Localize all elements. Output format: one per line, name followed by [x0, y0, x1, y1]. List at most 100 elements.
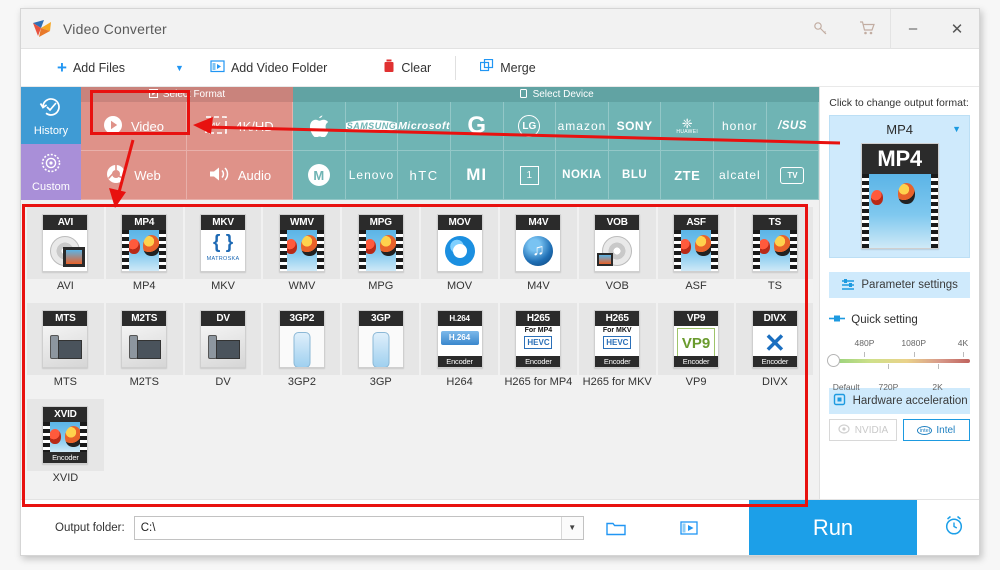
device-tile-zte[interactable]: ZTE: [661, 151, 715, 200]
window-title: Video Converter: [63, 20, 167, 37]
format-item[interactable]: H265 For MKV HEVC Encoder H265 for MKV: [578, 303, 656, 397]
select-device-header: Select Device: [293, 87, 820, 102]
format-item[interactable]: MOV MOV: [421, 207, 498, 301]
device-tile-tv[interactable]: TV: [766, 151, 820, 200]
device-tile-blu[interactable]: BLU: [608, 151, 662, 200]
key-icon[interactable]: [798, 9, 844, 49]
minimize-button[interactable]: –: [891, 9, 935, 49]
format-item[interactable]: MP4 MP4: [105, 207, 183, 301]
format-tile-4k-hd[interactable]: 4K 4K/HD: [187, 102, 293, 151]
add-video-folder-button[interactable]: Add Video Folder: [204, 49, 333, 86]
output-format-thumb: MP4: [860, 143, 939, 249]
format-tile-web[interactable]: Web: [81, 151, 187, 200]
device-tile-lg[interactable]: LG: [503, 102, 557, 151]
device-tile-htc[interactable]: hTC: [398, 151, 451, 200]
slider-handle[interactable]: [827, 354, 841, 367]
format-item[interactable]: XVID Encoder XVID: [27, 399, 104, 493]
device-tile-alcatel[interactable]: alcatel: [714, 151, 767, 200]
format-item[interactable]: MKV{ } MATROSKA MKV: [184, 207, 262, 301]
device-tile-samsung[interactable]: SAMSUNG: [345, 102, 399, 151]
format-item[interactable]: H265 For MP4 HEVC Encoder H265 for MP4: [499, 303, 577, 397]
format-item[interactable]: MTS MTS: [27, 303, 104, 397]
chevron-down-icon[interactable]: ▼: [952, 124, 961, 134]
clear-button[interactable]: Clear: [377, 49, 437, 86]
format-icon: [148, 88, 158, 101]
format-tile-audio[interactable]: Audio: [187, 151, 293, 200]
format-tile-video[interactable]: Video: [81, 102, 187, 151]
device-tile-asus[interactable]: /SUS: [766, 102, 820, 151]
cart-icon[interactable]: [844, 9, 890, 49]
format-badge: AVI: [43, 215, 88, 230]
format-item[interactable]: MPG MPG: [342, 207, 420, 301]
format-tile-label: 4K/HD: [235, 118, 274, 134]
output-format-box[interactable]: MP4 ▼ MP4: [829, 115, 970, 258]
select-device-panel: Select Device SAMSUNG Microsoft G LG ama…: [293, 87, 820, 200]
format-thumbnail: M2TS: [105, 303, 183, 375]
device-tile-apple[interactable]: [293, 102, 346, 151]
format-badge: MOV: [437, 215, 482, 230]
parameter-settings-button[interactable]: Parameter settings: [829, 272, 970, 298]
slider-label-4k: 4K: [957, 338, 969, 348]
output-folder-dropdown[interactable]: ▼: [560, 516, 583, 539]
title-bar: Video Converter – ✕: [21, 8, 979, 49]
device-tile-nokia[interactable]: NOKIA: [556, 151, 609, 200]
add-files-dropdown[interactable]: ▼: [175, 63, 184, 73]
format-label: MP4: [132, 280, 156, 292]
format-thumbnail: DV: [184, 303, 262, 375]
format-label: M4V: [527, 280, 550, 292]
device-tile-amazon[interactable]: amazon: [556, 102, 609, 151]
format-thumbnail: H.264 H.264 Encoder: [421, 303, 498, 375]
format-item[interactable]: AVI AVI: [27, 207, 104, 301]
speaker-icon: [208, 165, 230, 186]
add-files-button[interactable]: + Add Files: [51, 49, 131, 86]
format-badge: M2TS: [122, 311, 167, 326]
format-badge: 3GP: [358, 311, 403, 326]
sidebar-item-history[interactable]: History: [21, 87, 81, 144]
quality-slider[interactable]: 480P 1080P 4K Default 720P 2K: [827, 338, 970, 392]
hd-icon: 4K: [205, 115, 228, 137]
slider-label-480p: 480P: [854, 338, 875, 348]
format-item[interactable]: H.264 H.264 Encoder H264: [421, 303, 498, 397]
device-tile-huawei[interactable]: ❈ HUAWEI: [661, 102, 715, 151]
format-label: H265 for MKV: [582, 376, 652, 388]
media-library-icon[interactable]: [680, 520, 698, 536]
format-label: VOB: [605, 280, 629, 292]
format-badge: 3GP2: [279, 311, 324, 326]
slider-track[interactable]: [829, 359, 970, 363]
output-folder-input[interactable]: C:\ ▼: [133, 515, 584, 540]
format-item[interactable]: WMV WMV: [263, 207, 341, 301]
alarm-clock-icon[interactable]: [943, 514, 965, 542]
close-button[interactable]: ✕: [935, 9, 979, 49]
device-tile-motorola[interactable]: M: [293, 151, 346, 200]
toolbar-divider: [455, 55, 457, 80]
format-item[interactable]: TS TS: [736, 207, 814, 301]
device-tile-lenovo[interactable]: Lenovo: [345, 151, 399, 200]
format-item[interactable]: VP9 VP9 Encoder VP9: [657, 303, 735, 397]
device-tile-microsoft[interactable]: Microsoft: [398, 102, 451, 151]
format-item[interactable]: DV DV: [184, 303, 262, 397]
format-badge: WMV: [279, 215, 324, 230]
gpu-chip-nvidia[interactable]: NVIDIA: [829, 419, 897, 441]
format-item[interactable]: ASF ASF: [657, 207, 735, 301]
device-tile-oneplus[interactable]: 1: [503, 151, 557, 200]
folder-icon[interactable]: [605, 520, 626, 536]
format-item[interactable]: M2TS M2TS: [105, 303, 183, 397]
gpu-chip-intel[interactable]: intel Intel: [902, 419, 971, 441]
format-badge: MKV: [201, 215, 246, 230]
gear-icon: [38, 150, 64, 179]
sidebar-item-custom[interactable]: Custom: [21, 143, 81, 200]
slider-label-1080p: 1080P: [901, 338, 927, 348]
device-tile-honor[interactable]: honor: [714, 102, 767, 151]
format-item[interactable]: VOB VOB: [578, 207, 656, 301]
format-item[interactable]: 3GP 3GP: [342, 303, 420, 397]
format-item[interactable]: 3GP2 3GP2: [263, 303, 341, 397]
format-item[interactable]: M4V ♫ M4V: [499, 207, 577, 301]
device-tile-mi[interactable]: MI: [450, 151, 504, 200]
output-hint: Click to change output format:: [829, 97, 969, 109]
device-tile-sony[interactable]: SONY: [608, 102, 662, 151]
format-thumbnail: DIVX ✕ Encoder: [736, 303, 814, 375]
merge-button[interactable]: Merge: [474, 49, 541, 86]
format-item[interactable]: DIVX ✕ Encoder DIVX: [736, 303, 814, 397]
device-tile-google[interactable]: G: [450, 102, 504, 151]
run-button[interactable]: Run: [749, 500, 917, 555]
